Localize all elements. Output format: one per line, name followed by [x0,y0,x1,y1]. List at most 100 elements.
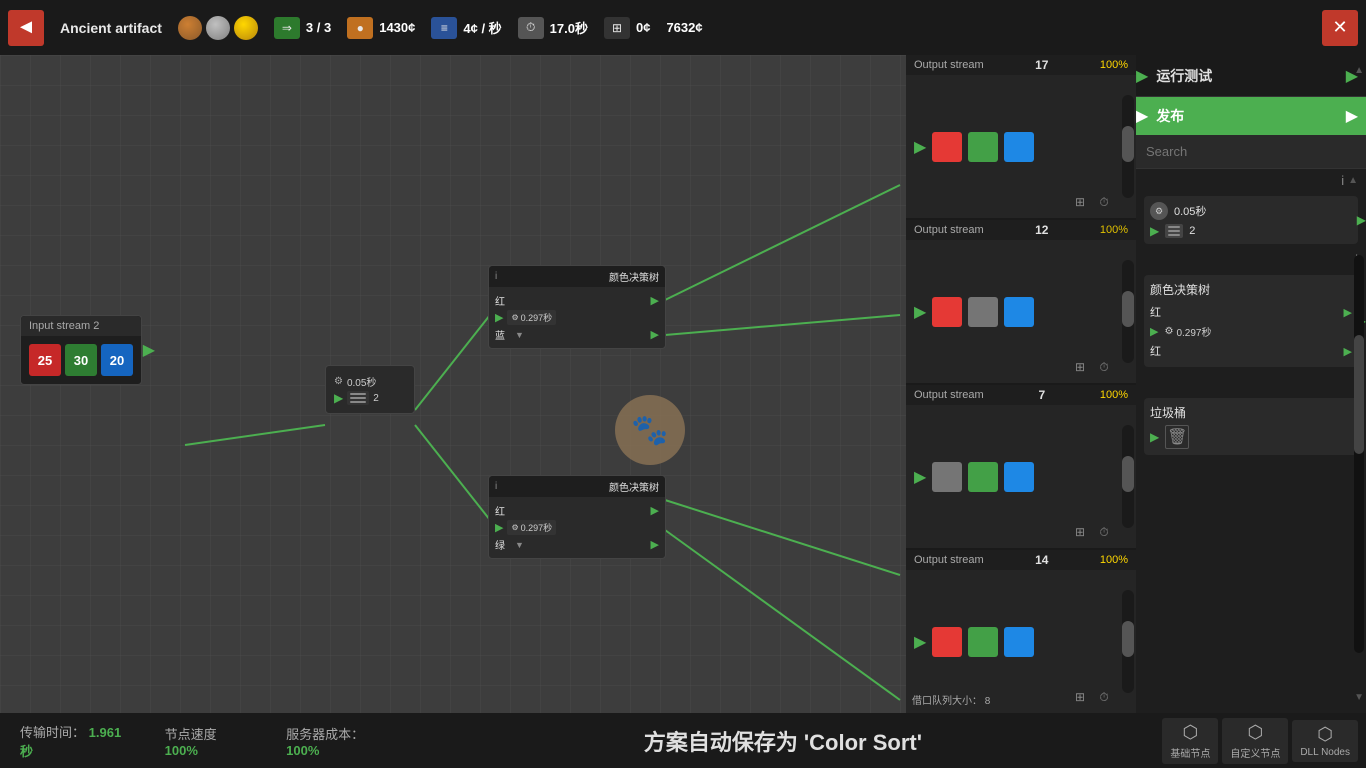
top-bar: ◄ Ancient artifact ⇒ 3 / 3 ● 1430¢ ≡ 4¢ … [0,0,1366,55]
color-node-bottom-header: i 颜色决策树 [489,476,665,497]
output2-block-gray [968,297,998,327]
output4-block-red [932,627,962,657]
back-icon: ◄ [16,16,36,39]
row2-label: 蓝 [495,327,511,342]
trash-title: 垃圾桶 [1150,404,1352,421]
cd-row1-arrow: ▶ [1344,306,1352,319]
bottom-row1-arrow: ▶ [651,504,659,517]
output3-arrow: ▶ [914,467,926,487]
output-panel-2-header: Output stream 12 100% [906,220,1136,240]
inter-speed-row: ⚙ 0.05秒 [334,374,406,389]
color-node-bottom[interactable]: i 颜色决策树 红 ▶ ▶ ⚙ 0.297秒 绿 ▼ ▶ [488,475,666,559]
output4-layers-icon[interactable]: ⊞ [1070,687,1090,707]
speed-node-icon: ⚙ [1150,202,1168,220]
output4-pct: 100% [1100,554,1128,566]
cost-val: 100% [286,743,319,758]
output3-scrollbar-thumb [1122,456,1134,492]
input-node-title: Input stream 2 [29,320,99,332]
input-block-blue: 20 [101,344,133,376]
exit-icon: ✕ [1332,17,1347,38]
color-node-top-title: 颜色决策树 [609,269,659,284]
output1-layers-icon[interactable]: ⊞ [1070,192,1090,212]
color-node-top[interactable]: i 颜色决策树 红 ▶ ▶ ⚙ 0.297秒 蓝 ▼ ▶ [488,265,666,349]
speed-val: 0.297秒 [521,311,553,324]
run-test-button[interactable]: ▶ 运行测试 ▶ [1136,55,1366,97]
output2-layers-icon[interactable]: ⊞ [1070,357,1090,377]
output4-arrow: ▶ [914,632,926,652]
bottom-row2-label: 绿 [495,537,511,552]
output4-scrollbar[interactable] [1122,590,1134,693]
publish-button[interactable]: ▶ 发布 ▶ [1136,97,1366,135]
output2-gear-icon[interactable]: ⏱ [1094,357,1114,377]
output3-scrollbar[interactable] [1122,425,1134,528]
stat-arrows: ⇒ 3 / 3 [274,17,331,39]
output1-pct: 100% [1100,59,1128,71]
dll-nodes-button[interactable]: ⬡ DLL Nodes [1292,720,1358,762]
speed-val: 0.05秒 [1174,203,1206,219]
output1-scrollbar[interactable] [1122,95,1134,198]
bottom-speed-arrow: ▶ [495,521,503,534]
color-decision-row1: 红 ▶ [1150,302,1352,322]
output3-pct: 100% [1100,389,1128,401]
output3-layers-icon[interactable]: ⊞ [1070,522,1090,542]
output3-gear-icon[interactable]: ⏱ [1094,522,1114,542]
list-line-3 [1168,234,1180,236]
output2-icons: ⊞ ⏱ [1070,357,1114,377]
output3-count: 7 [1038,388,1045,402]
stat-time: ⏱ 17.0秒 [518,17,588,39]
output3-block-gray1 [932,462,962,492]
output-panel-3: Output stream 7 100% ▶ ⊞ ⏱ [906,385,1136,550]
row2-dropdown[interactable]: ▼ [515,330,524,340]
trash-icon: 🗑 [1165,425,1189,449]
sidebar-scroll-down-arrow[interactable]: ▼ [1354,692,1364,703]
bottom-row2-dropdown[interactable]: ▼ [515,540,524,550]
row2-arrow: ▶ [651,328,659,341]
output1-block-red [932,132,962,162]
output4-gear-icon[interactable]: ⏱ [1094,687,1114,707]
bottom-speed-val: 0.297秒 [521,521,553,534]
sidebar-info-row: i ▲ [1136,169,1366,192]
transfer-time: 传输时间： 1.961秒 [20,722,125,760]
back-button[interactable]: ◄ [8,10,44,46]
basic-nodes-button[interactable]: ⬡ 基础节点 [1162,718,1218,764]
inter-node[interactable]: ⚙ 0.05秒 ▶ 2 [325,365,415,414]
output4-title: Output stream [914,554,984,566]
sidebar-scrollbar[interactable] [1354,255,1364,653]
output-panel-4: Output stream 14 100% ▶ 借口队列大小： 8 ⊞ ⏱ [906,550,1136,713]
clock-icon: ⏱ [518,17,544,39]
cd-speed-arrow: ▶ [1150,325,1158,338]
color-decision-node-card[interactable]: 颜色决策树 红 ▶ ▶ ⚙ 0.297秒 红 ▶ ▶ [1144,275,1358,367]
autosave-text: 方案自动保存为 'Color Sort' [624,722,942,763]
output1-gear-icon[interactable]: ⏱ [1094,192,1114,212]
exit-button[interactable]: ✕ [1322,10,1358,46]
color-node-bottom-speed-row: ▶ ⚙ 0.297秒 [495,520,659,535]
color-node-top-header: i 颜色决策树 [489,266,665,287]
trash-node-card[interactable]: 垃圾桶 ▶ 🗑 [1144,398,1358,455]
custom-nodes-icon: ⬡ [1230,722,1280,743]
bottom-bar: 传输时间： 1.961秒 节点速度 100% 服务器成本： 100% 方案自动保… [0,713,1366,768]
inter-list-val: 2 [373,393,379,404]
rate-icon: ≡ [431,17,457,39]
color-decision-title: 颜色决策树 [1150,281,1352,298]
list-row: ▶ 2 [1150,224,1352,238]
scroll-up-icon[interactable]: ▲ [1348,175,1358,186]
output1-count: 17 [1035,58,1048,72]
output1-icons: ⊞ ⏱ [1070,192,1114,212]
output4-scrollbar-thumb [1122,621,1134,657]
output2-scrollbar[interactable] [1122,260,1134,363]
nodes-value: 0¢ [636,20,650,35]
arrows-value: 3 / 3 [306,20,331,35]
custom-nodes-button[interactable]: ⬡ 自定义节点 [1222,718,1288,764]
row1-arrow: ▶ [651,294,659,307]
sidebar-scrollbar-thumb [1354,335,1364,454]
search-input[interactable] [1146,144,1356,159]
autosave-message: 方案自动保存为 'Color Sort' [411,725,1154,757]
output1-scrollbar-thumb [1122,126,1134,162]
sidebar-info-row-2: i [1136,248,1366,271]
color-node-bottom-body: 红 ▶ ▶ ⚙ 0.297秒 绿 ▼ ▶ [489,497,665,558]
input-stream-node[interactable]: Input stream 2 25 30 20 ▶ [20,315,142,385]
sidebar-scroll-up-arrow[interactable]: ▲ [1354,65,1364,76]
rate-value: 4¢ / 秒 [463,18,501,37]
color-node-top-row2: 蓝 ▼ ▶ [495,327,659,342]
speed-list-node-card[interactable]: ⚙ 0.05秒 ▶ 2 ▶ [1144,196,1358,244]
